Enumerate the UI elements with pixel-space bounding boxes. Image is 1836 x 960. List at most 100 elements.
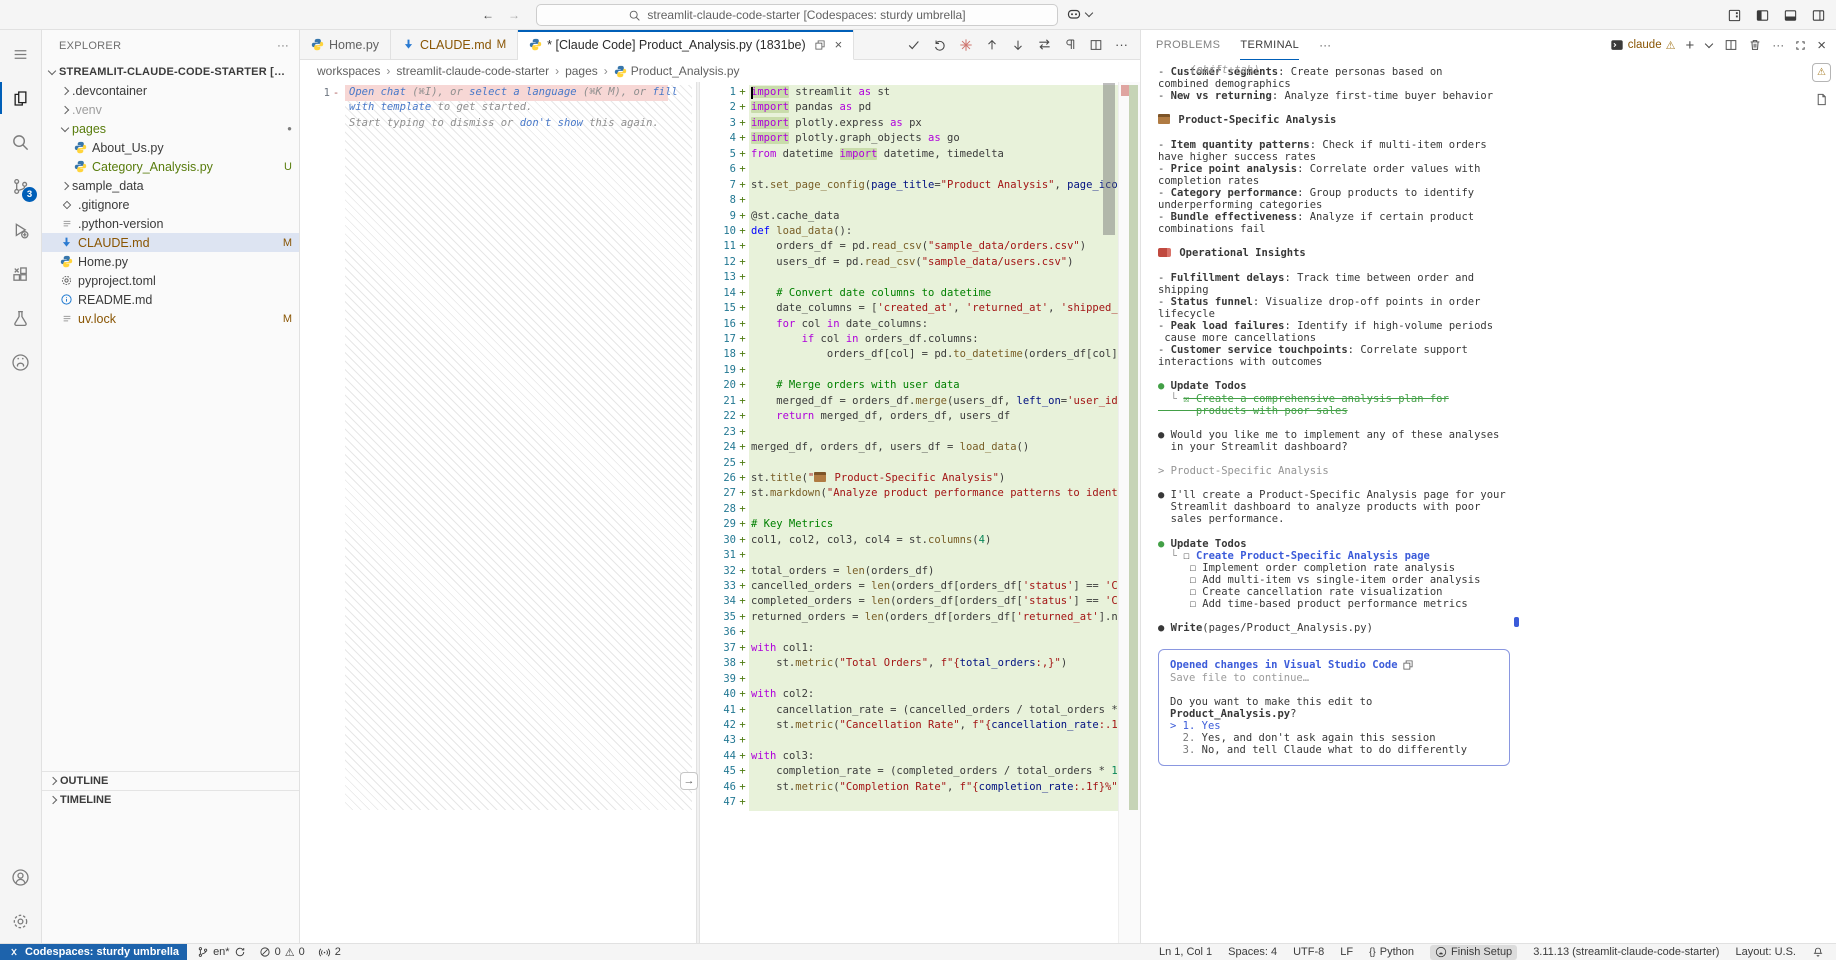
tree-item[interactable]: Category_Analysis.pyU — [42, 157, 299, 176]
dialog-option[interactable]: 2. Yes, and don't ask again this session… — [1170, 732, 1498, 744]
code-line[interactable]: 23+ — [700, 425, 1140, 440]
code-line[interactable]: 4+import plotly.graph_objects as go — [700, 131, 1140, 146]
code-line[interactable]: 29+# Key Metrics — [700, 517, 1140, 532]
check-icon[interactable] — [907, 38, 921, 52]
status-item[interactable]: LF — [1340, 946, 1353, 958]
code-line[interactable]: 31+ — [700, 548, 1140, 563]
breadcrumb-item[interactable]: Product_Analysis.py — [614, 64, 740, 78]
back-arrow-icon[interactable]: ← — [482, 8, 494, 22]
editor-tab[interactable]: Home.py — [300, 30, 391, 59]
activity-item-run-debug[interactable] — [0, 208, 41, 252]
remote-indicator[interactable]: Codespaces: sturdy umbrella — [0, 944, 187, 960]
ports-status[interactable]: 2 — [318, 946, 341, 959]
code-line[interactable]: 40+with col2: — [700, 687, 1140, 702]
diff-original-pane[interactable]: 1 - Open chat (⌘I), or select a language… — [300, 82, 696, 943]
code-line[interactable]: 9+@st.cache_data — [700, 209, 1140, 224]
editor-scrollbar[interactable] — [1103, 83, 1115, 235]
close-panel-icon[interactable]: × — [1817, 38, 1826, 53]
status-item[interactable]: Ln 1, Col 1 — [1159, 946, 1212, 958]
diff-editor[interactable]: 1 - Open chat (⌘I), or select a language… — [300, 82, 1140, 943]
code-line[interactable]: 5+from datetime import datetime, timedel… — [700, 147, 1140, 162]
dialog-option[interactable]: 3. No, and tell Claude what to do differ… — [1170, 744, 1498, 756]
sidebar-section-outline[interactable]: OUTLINE — [42, 771, 299, 790]
code-line[interactable]: 3+import plotly.express as px — [700, 116, 1140, 131]
maximize-icon[interactable] — [1794, 39, 1807, 52]
code-line[interactable]: 11+ orders_df = pd.read_csv("sample_data… — [700, 239, 1140, 254]
split-editor-icon[interactable] — [1089, 38, 1103, 52]
open-changes-icon[interactable] — [814, 39, 826, 51]
status-item[interactable]: Spaces: 4 — [1228, 946, 1277, 958]
tree-item[interactable]: .gitignore — [42, 195, 299, 214]
breadcrumb-item[interactable]: workspaces — [317, 64, 380, 78]
activity-item-explorer[interactable] — [0, 76, 41, 120]
code-line[interactable]: 1+import streamlit as st — [700, 85, 1140, 100]
code-line[interactable]: 46+ st.metric("Completion Rate", f"{comp… — [700, 780, 1140, 795]
code-line[interactable]: 27+st.markdown("Analyze product performa… — [700, 486, 1140, 501]
code-line[interactable]: 20+ # Merge orders with user data — [700, 378, 1140, 393]
status-item[interactable]: 3.11.13 (streamlit-claude-code-starter) — [1533, 946, 1719, 958]
chevron-down-icon[interactable] — [1704, 40, 1714, 50]
code-line[interactable]: 10+def load_data(): — [700, 224, 1140, 239]
arrow-down-icon[interactable] — [1011, 38, 1025, 52]
status-item[interactable] — [1812, 946, 1824, 958]
terminal-output[interactable]: - Customer segments: Create personas bas… — [1141, 60, 1806, 943]
activity-item-extensions[interactable] — [0, 252, 41, 296]
tree-item[interactable]: .python-version — [42, 214, 299, 233]
code-line[interactable]: 33+cancelled_orders = len(orders_df[orde… — [700, 579, 1140, 594]
swap-icon[interactable] — [1037, 37, 1052, 52]
tree-item[interactable]: uv.lockM — [42, 309, 299, 328]
activity-item-github[interactable] — [0, 340, 41, 384]
code-line[interactable]: 17+ if col in orders_df.columns: — [700, 332, 1140, 347]
code-line[interactable]: 44+with col3: — [700, 749, 1140, 764]
code-line[interactable]: 8+ — [700, 193, 1140, 208]
activity-item-testing[interactable] — [0, 296, 41, 340]
code-line[interactable]: 41+ cancellation_rate = (cancelled_order… — [700, 703, 1140, 718]
tree-item[interactable]: sample_data — [42, 176, 299, 195]
code-line[interactable]: 21+ merged_df = orders_df.merge(users_df… — [700, 394, 1140, 409]
code-line[interactable]: 43+ — [700, 733, 1140, 748]
activity-item-source-control[interactable]: 3 — [0, 164, 41, 208]
code-line[interactable]: 36+ — [700, 625, 1140, 640]
arrow-up-icon[interactable] — [985, 38, 999, 52]
code-line[interactable]: 6+ — [700, 162, 1140, 177]
code-line[interactable]: 47+ — [700, 795, 1140, 810]
code-line[interactable]: 19+ — [700, 363, 1140, 378]
branch-status[interactable]: en* — [197, 946, 246, 958]
diff-modified-pane[interactable]: 1+import streamlit as st2+import pandas … — [700, 82, 1140, 943]
close-icon[interactable]: × — [835, 37, 843, 52]
panel-tab-problems[interactable]: PROBLEMS — [1156, 30, 1220, 60]
copilot-menu[interactable] — [1066, 6, 1094, 22]
code-line[interactable]: 34+completed_orders = len(orders_df[orde… — [700, 594, 1140, 609]
diff-revert-arrow-button[interactable]: → — [680, 772, 698, 790]
editor-tab[interactable]: CLAUDE.mdM — [391, 30, 518, 59]
tree-item[interactable]: About_Us.py — [42, 138, 299, 157]
activity-item-account[interactable] — [0, 855, 41, 899]
code-line[interactable]: 42+ st.metric("Cancellation Rate", f"{ca… — [700, 718, 1140, 733]
code-line[interactable]: 28+ — [700, 502, 1140, 517]
status-item[interactable]: Finish Setup — [1430, 945, 1517, 960]
editor-tab[interactable]: * [Claude Code] Product_Analysis.py (183… — [518, 30, 854, 60]
breadcrumb-item[interactable]: streamlit-claude-code-starter — [396, 64, 549, 78]
tree-item[interactable]: .devcontainer — [42, 81, 299, 100]
code-line[interactable]: 18+ orders_df[col] = pd.to_datetime(orde… — [700, 347, 1140, 362]
discard-icon[interactable] — [933, 38, 947, 52]
explorer-more-actions-icon[interactable]: ··· — [277, 40, 289, 52]
sidebar-section-timeline[interactable]: TIMELINE — [42, 790, 299, 809]
panel-more-icon[interactable]: ··· — [1319, 38, 1331, 52]
code-line[interactable]: 16+ for col in date_columns: — [700, 317, 1140, 332]
terminal-instance-claude[interactable]: claude ⚠ — [1610, 38, 1676, 52]
code-line[interactable]: 37+with col1: — [700, 641, 1140, 656]
tree-item[interactable]: CLAUDE.mdM — [42, 233, 299, 252]
problems-status[interactable]: 0 ⚠ 0 — [259, 946, 305, 959]
code-line[interactable]: 14+ # Convert date columns to datetime — [700, 286, 1140, 301]
code-line[interactable]: 45+ completion_rate = (completed_orders … — [700, 764, 1140, 779]
tree-item[interactable]: README.md — [42, 290, 299, 309]
more-icon[interactable]: ··· — [1772, 38, 1784, 52]
code-line[interactable]: 25+ — [700, 456, 1140, 471]
code-line[interactable]: 13+ — [700, 270, 1140, 285]
status-item[interactable]: {}Python — [1369, 946, 1414, 958]
code-line[interactable]: 39+ — [700, 672, 1140, 687]
activity-item-settings[interactable] — [0, 899, 41, 943]
panel-tab-terminal[interactable]: TERMINAL — [1240, 30, 1299, 60]
toggle-sidebar-left-icon[interactable] — [1755, 8, 1770, 23]
